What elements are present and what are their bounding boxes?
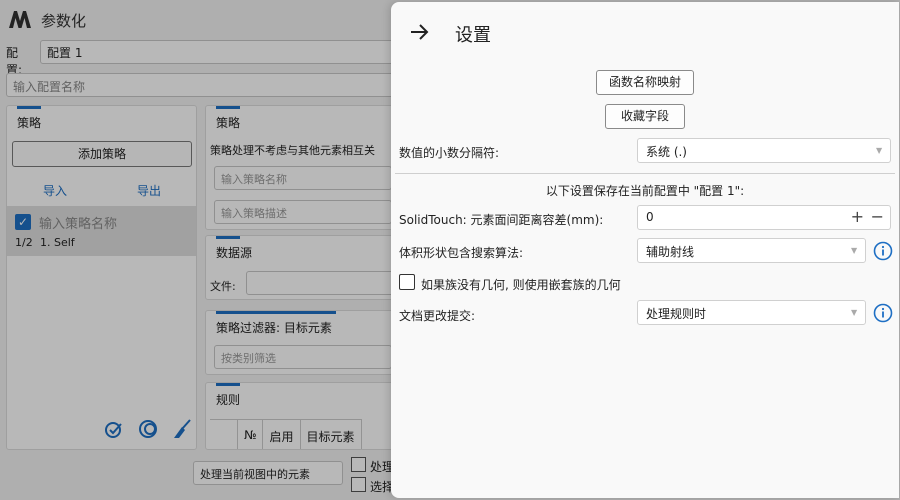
divider	[395, 173, 895, 174]
decrement-button[interactable]: −	[871, 209, 884, 225]
search-algo-select[interactable]: 辅助射线 ▼	[637, 238, 866, 263]
nested-family-checkbox[interactable]	[399, 274, 415, 290]
config-section-header: 以下设置保存在当前配置中 "配置 1":	[545, 184, 745, 198]
search-algo-value: 辅助射线	[646, 245, 695, 259]
function-mapping-button[interactable]: 函数名称映射	[596, 70, 694, 95]
back-arrow-icon[interactable]	[407, 20, 431, 44]
settings-drawer: 设置 函数名称映射 收藏字段 数值的小数分隔符: 系统 (.) ▼ 以下设置保存…	[391, 2, 899, 498]
doc-commit-select[interactable]: 处理规则时 ▼	[637, 300, 866, 325]
solidtouch-label: SolidTouch: 元素面间距离容差(mm):	[399, 213, 604, 227]
increment-button[interactable]: +	[851, 209, 864, 225]
settings-title: 设置	[455, 25, 491, 46]
chevron-down-icon: ▼	[876, 146, 883, 155]
nested-family-label: 如果族没有几何, 则使用嵌套族的几何	[421, 278, 621, 292]
favorite-fields-button[interactable]: 收藏字段	[605, 104, 685, 129]
chevron-down-icon: ▼	[851, 246, 858, 255]
decimal-separator-value: 系统 (.)	[646, 145, 687, 159]
solidtouch-value: 0	[646, 210, 654, 224]
doc-commit-label: 文档更改提交:	[399, 309, 476, 323]
search-algo-label: 体积形状包含搜索算法:	[399, 246, 524, 260]
doc-commit-value: 处理规则时	[646, 307, 707, 321]
info-icon[interactable]	[873, 303, 893, 323]
decimal-separator-select[interactable]: 系统 (.) ▼	[637, 138, 891, 163]
chevron-down-icon: ▼	[851, 308, 858, 317]
decimal-separator-label: 数值的小数分隔符:	[399, 146, 500, 160]
solidtouch-tolerance-field[interactable]: 0 + −	[637, 205, 891, 230]
info-icon[interactable]	[873, 241, 893, 261]
